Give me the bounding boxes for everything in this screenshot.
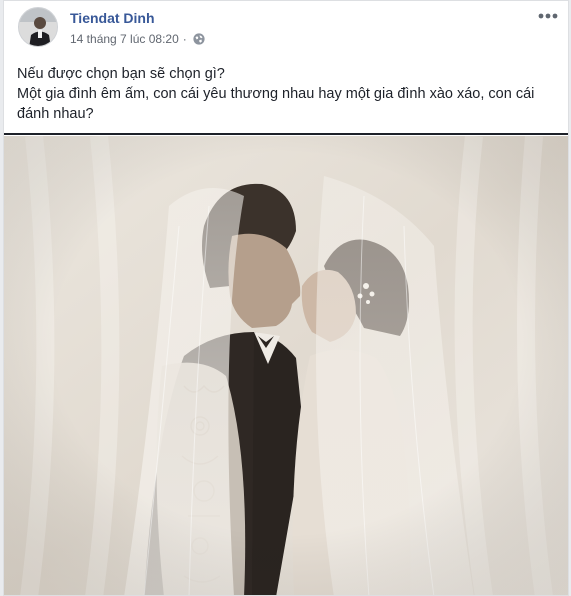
divider — [4, 133, 568, 135]
post-text: Nếu được chọn bạn sẽ chọn gì? Một gia đì… — [17, 64, 555, 124]
author-avatar[interactable] — [18, 7, 58, 47]
post-text-line: Nếu được chọn bạn sẽ chọn gì? — [17, 66, 225, 82]
post-timestamp[interactable]: 14 tháng 7 lúc 08:20 — [70, 32, 179, 46]
author-name[interactable]: Tiendat Dinh — [70, 10, 155, 26]
avatar-icon — [19, 8, 57, 46]
more-options-icon[interactable] — [536, 7, 560, 25]
post-photo[interactable] — [4, 136, 568, 595]
post-text-line: Một gia đình êm ấm, con cái yêu thương n… — [17, 86, 535, 122]
meta-separator: · — [182, 32, 187, 46]
globe-icon[interactable] — [193, 33, 205, 45]
post-meta: 14 tháng 7 lúc 08:20 · — [70, 32, 205, 46]
post-card: Tiendat Dinh 14 tháng 7 lúc 08:20 · Nếu … — [3, 0, 569, 596]
wedding-photo-icon — [4, 136, 568, 595]
post-header: Tiendat Dinh 14 tháng 7 lúc 08:20 · — [4, 1, 568, 57]
